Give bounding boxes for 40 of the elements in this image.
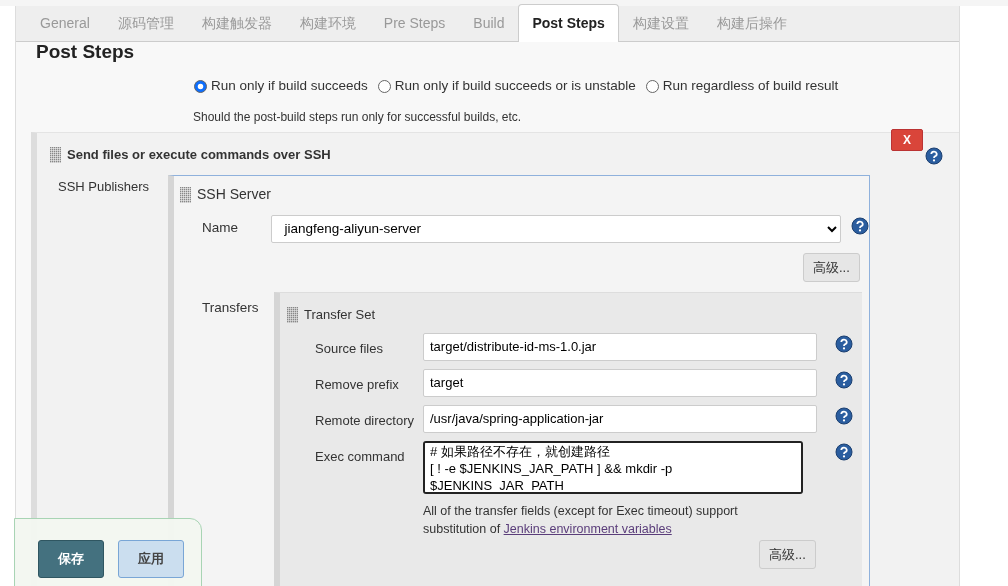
apply-button[interactable]: 应用 (118, 540, 184, 578)
hint-text: Should the post-build steps run only for successful builds, etc. (192, 109, 523, 126)
radio-button[interactable] (377, 79, 391, 93)
delete-button[interactable]: X (891, 129, 923, 151)
section-heading: Post Steps (36, 42, 136, 62)
text-input[interactable]: target/distribute-id-ms-1.0.jar (423, 332, 817, 361)
help-icon[interactable] (835, 406, 853, 425)
help-icon[interactable] (851, 216, 869, 235)
radio-button[interactable] (194, 79, 207, 93)
save-button[interactable]: 保存 (38, 540, 104, 578)
text-input[interactable]: /usr/java/spring-application-jar (423, 404, 817, 433)
help-note: All of the transfer fields (except for Exec timeout) support substitution of Jenkins environment variables (423, 502, 739, 538)
command-textarea[interactable]: # 如果路径不存在，就创建路径 [ ! -e $JENKINS_JAR_PATH ] && mkdir -p $JENKINS_JAR_PATH (423, 440, 803, 494)
help-icon[interactable] (835, 370, 853, 389)
radio-label[interactable]: Run regardless of build result (662, 75, 839, 97)
field-label: Remote directory (315, 411, 415, 430)
field-label: Source files (315, 339, 384, 358)
env-variables-link[interactable]: Jenkins environment variables (503, 521, 672, 536)
panel-title: Transfer Set (304, 306, 376, 324)
help-icon[interactable] (835, 442, 853, 461)
field-label: SSH Publishers (57, 177, 151, 196)
field-label: Exec command (315, 447, 406, 466)
field-label: Remove prefix (315, 375, 400, 394)
drag-handle-icon[interactable] (286, 306, 298, 324)
advanced-button[interactable]: 高级... (759, 539, 816, 569)
advanced-button[interactable]: 高级... (803, 252, 860, 282)
radio-button[interactable] (645, 79, 659, 93)
radio-label[interactable]: Run only if build succeeds or is unstable (394, 75, 636, 97)
help-icon[interactable] (835, 334, 853, 353)
step-title: Send files or execute commands over SSH (67, 146, 331, 164)
panel-title: SSH Server (197, 184, 271, 204)
tab[interactable]: Post Steps (518, 4, 619, 42)
radio-label[interactable]: Run only if build succeeds (211, 75, 368, 97)
server-select[interactable]: jiangfeng-aliyun-server (271, 214, 841, 243)
drag-handle-icon[interactable] (179, 185, 191, 203)
drag-handle-icon[interactable] (49, 146, 61, 164)
text-input[interactable]: target (423, 368, 817, 397)
field-label: Transfers (201, 299, 260, 317)
help-icon[interactable] (925, 147, 943, 165)
field-label: Name (202, 219, 239, 238)
